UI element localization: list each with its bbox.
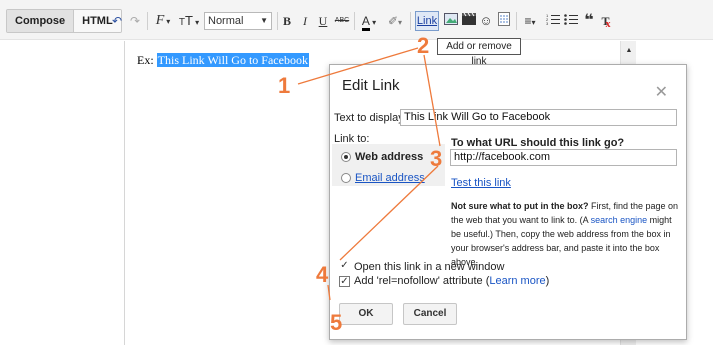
annotation-number-1: 1 xyxy=(278,73,291,98)
annotation-number-4: 4 xyxy=(316,262,329,287)
arrow-4 xyxy=(327,284,331,301)
arrow-2 xyxy=(423,54,441,147)
annotation-arrows xyxy=(297,47,441,301)
annotation-number-2: 2 xyxy=(417,33,430,58)
arrow-1 xyxy=(297,47,419,85)
annotation-number-3: 3 xyxy=(430,146,443,171)
arrow-3 xyxy=(339,165,439,261)
annotation-number-5: 5 xyxy=(330,310,343,335)
